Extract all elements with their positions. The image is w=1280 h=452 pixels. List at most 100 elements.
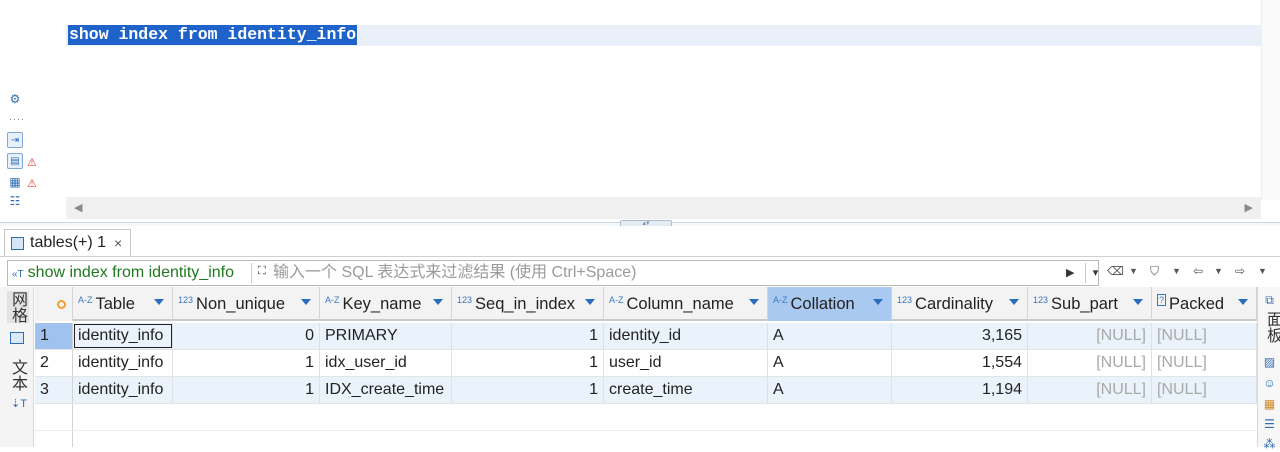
- chevron-down-icon[interactable]: ▼: [1214, 266, 1223, 276]
- document-icon[interactable]: ▦: [7, 174, 23, 190]
- table-row[interactable]: 3 identity_info 1 IDX_create_time 1 crea…: [35, 377, 1257, 404]
- type-icon: 123: [178, 295, 194, 305]
- warning-icon: ⚠: [27, 178, 37, 190]
- cell-cardinality[interactable]: 3,165: [892, 323, 1028, 349]
- script-file-icon[interactable]: ▤: [7, 153, 23, 169]
- column-header-non-unique[interactable]: 123 Non_unique: [173, 287, 320, 321]
- cell-packed[interactable]: [NULL]: [1152, 323, 1257, 349]
- cell-seq-in-index[interactable]: 1: [452, 323, 604, 349]
- calculator-icon[interactable]: ▦: [1262, 397, 1277, 412]
- text-icon[interactable]: ⇣T: [11, 397, 27, 410]
- table-row[interactable]: 2 identity_info 1 idx_user_id 1 user_id …: [35, 350, 1257, 377]
- grid-icon[interactable]: [10, 332, 24, 344]
- result-grid[interactable]: A-Z Table 123 Non_unique A-Z Key_name 12…: [35, 287, 1257, 447]
- column-header-key-name[interactable]: A-Z Key_name: [320, 287, 452, 321]
- chevron-down-icon[interactable]: [154, 299, 164, 305]
- filter-separator: [251, 263, 252, 283]
- cell-key-name[interactable]: PRIMARY: [320, 323, 452, 349]
- column-header-sub-part[interactable]: 123 Sub_part: [1028, 287, 1152, 321]
- cell-non-unique[interactable]: 1: [173, 377, 320, 403]
- cell-seq-in-index[interactable]: 1: [452, 350, 604, 376]
- gear-icon[interactable]: ⚙: [7, 91, 23, 107]
- column-header-label: Non_unique: [196, 294, 286, 313]
- cell-packed[interactable]: [NULL]: [1152, 377, 1257, 403]
- cell-sub-part[interactable]: [NULL]: [1028, 377, 1152, 403]
- chevron-down-icon[interactable]: [1009, 299, 1019, 305]
- select-all-icon[interactable]: [57, 300, 66, 309]
- forward-icon[interactable]: ⇨: [1235, 264, 1245, 278]
- column-header-collation[interactable]: A-Z Collation: [768, 287, 892, 321]
- cell-sub-part[interactable]: [NULL]: [1028, 323, 1152, 349]
- back-icon[interactable]: ⇦: [1193, 264, 1203, 278]
- chevron-down-icon[interactable]: [585, 299, 595, 305]
- cell-cardinality[interactable]: 1,554: [892, 350, 1028, 376]
- selected-sql-text[interactable]: show index from identity_info: [68, 25, 358, 45]
- cell-key-name[interactable]: idx_user_id: [320, 350, 452, 376]
- execute-script-icon[interactable]: ⇥: [7, 132, 23, 148]
- filter-bar: «Tshow index from identity_info ⛶ ▶ ▾ ⌫ …: [0, 256, 1280, 286]
- chevron-down-icon[interactable]: [301, 299, 311, 305]
- cell-cardinality[interactable]: 1,194: [892, 377, 1028, 403]
- filter-history-dropdown-icon[interactable]: ▾: [1085, 263, 1105, 283]
- cell-packed[interactable]: [NULL]: [1152, 350, 1257, 376]
- filter-box: «Tshow index from identity_info ⛶ ▶ ▾: [7, 260, 1099, 286]
- scroll-left-icon[interactable]: ◀: [74, 201, 82, 214]
- column-header-table[interactable]: A-Z Table: [73, 287, 173, 321]
- table-row[interactable]: 1 identity_info 0 PRIMARY 1 identity_id …: [35, 323, 1257, 350]
- cell-seq-in-index[interactable]: 1: [452, 377, 604, 403]
- tab-panels[interactable]: 面板: [1260, 311, 1280, 343]
- chevron-down-icon[interactable]: [749, 299, 759, 305]
- cell-non-unique[interactable]: 0: [173, 323, 320, 349]
- cell-collation[interactable]: A: [768, 323, 892, 349]
- horizontal-scrollbar[interactable]: ◀ ▶: [66, 197, 1261, 219]
- scroll-right-icon[interactable]: ▶: [1245, 201, 1253, 214]
- cell-column-name[interactable]: create_time: [604, 377, 768, 403]
- chevron-down-icon[interactable]: [433, 299, 443, 305]
- filter-input[interactable]: [255, 262, 1055, 284]
- column-header-label: Cardinality: [915, 294, 993, 313]
- row-number[interactable]: 1: [35, 323, 73, 349]
- close-icon[interactable]: ×: [114, 235, 122, 251]
- column-header-seq-in-index[interactable]: 123 Seq_in_index: [452, 287, 604, 321]
- smiley-icon[interactable]: ☺: [1262, 376, 1277, 391]
- outline-icon[interactable]: ☷: [7, 193, 23, 209]
- eraser-icon[interactable]: ⌫: [1107, 264, 1124, 278]
- chevron-down-icon[interactable]: [1133, 299, 1143, 305]
- chevron-down-icon[interactable]: ▼: [1172, 266, 1181, 276]
- cell-sub-part[interactable]: [NULL]: [1028, 350, 1152, 376]
- type-icon: A-Z: [773, 295, 788, 305]
- row-number[interactable]: 3: [35, 377, 73, 403]
- column-header-packed[interactable]: ? Packed: [1152, 287, 1257, 321]
- cell-key-name[interactable]: IDX_create_time: [320, 377, 452, 403]
- chevron-down-icon[interactable]: [873, 299, 883, 305]
- sql-editor[interactable]: ⚙ ···· ⇥ ▤ ⚠ ▦ ⚠ ☷ show index from ident…: [0, 0, 1280, 222]
- type-icon: A-Z: [78, 295, 93, 305]
- tab-grid-view[interactable]: 网格: [7, 291, 29, 323]
- column-header-cardinality[interactable]: 123 Cardinality: [892, 287, 1028, 321]
- result-view-switcher: 网格 文本 ⇣T: [0, 287, 34, 447]
- apply-filter-icon[interactable]: ▶: [1066, 266, 1074, 279]
- cell-collation[interactable]: A: [768, 350, 892, 376]
- column-header-column-name[interactable]: A-Z Column_name: [604, 287, 768, 321]
- cell-column-name[interactable]: identity_id: [604, 323, 768, 349]
- chevron-down-icon[interactable]: [1238, 299, 1248, 305]
- cell-collation[interactable]: A: [768, 377, 892, 403]
- panel-toggle-icon[interactable]: ⧉: [1262, 293, 1277, 308]
- cell-table[interactable]: identity_info: [73, 350, 173, 376]
- groups-icon[interactable]: ⁂: [1262, 437, 1277, 452]
- cell-table[interactable]: identity_info: [73, 323, 173, 349]
- row-number[interactable]: 2: [35, 350, 73, 376]
- column-header-label: Seq_in_index: [475, 294, 576, 313]
- tab-results[interactable]: tables(+) 1 ×: [4, 229, 132, 256]
- image-icon[interactable]: ▨: [1262, 355, 1277, 370]
- list-icon[interactable]: ☰: [1262, 417, 1277, 432]
- grid-corner[interactable]: [35, 287, 73, 321]
- empty-row: [35, 431, 1257, 447]
- chevron-down-icon[interactable]: ▼: [1129, 266, 1138, 276]
- cell-non-unique[interactable]: 1: [173, 350, 320, 376]
- cell-column-name[interactable]: user_id: [604, 350, 768, 376]
- tab-text-view[interactable]: 文本: [7, 359, 29, 391]
- cell-table[interactable]: identity_info: [73, 377, 173, 403]
- filter-icon[interactable]: ⛉: [1150, 264, 1159, 279]
- chevron-down-icon[interactable]: ▼: [1258, 266, 1267, 276]
